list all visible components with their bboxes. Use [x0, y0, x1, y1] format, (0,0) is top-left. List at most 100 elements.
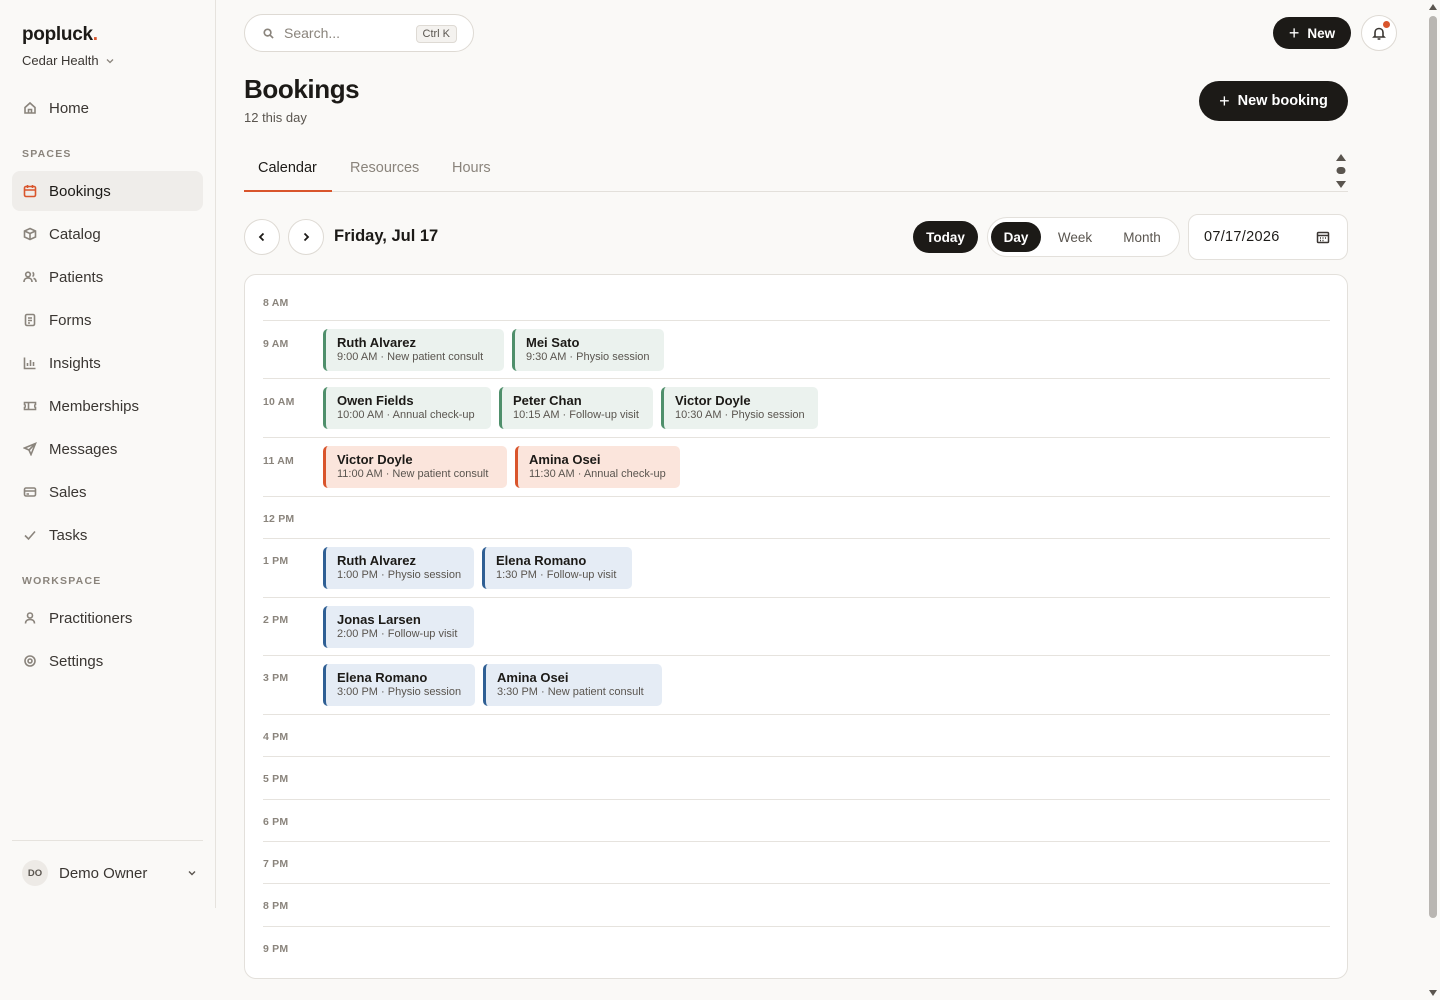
date-picker-input[interactable]: 07/17/2026	[1188, 214, 1348, 260]
hour-label: 9 PM	[263, 943, 289, 955]
view-month-button[interactable]: Month	[1110, 222, 1174, 252]
nav-item-forms[interactable]: Forms	[12, 300, 203, 340]
view-day-button[interactable]: Day	[991, 222, 1041, 252]
booking-patient-name: Peter Chan	[513, 393, 582, 408]
tab-calendar[interactable]: Calendar	[258, 160, 317, 176]
booking-detail: 9:30 AM · Physio session	[526, 351, 650, 363]
date-input-value: 07/17/2026	[1204, 229, 1280, 245]
scroll-up-icon[interactable]	[1429, 4, 1437, 10]
booking-event[interactable]: Elena Romano 1:30 PM · Follow-up visit	[482, 547, 632, 589]
new-button[interactable]: + New	[1273, 17, 1351, 49]
nav-item-label: Patients	[49, 268, 104, 286]
booking-patient-name: Elena Romano	[337, 670, 428, 685]
booking-patient-name: Victor Doyle	[675, 393, 751, 408]
brand-logo[interactable]: popluck.	[22, 24, 98, 46]
booking-event[interactable]: Ruth Alvarez 1:00 PM · Physio session	[323, 547, 474, 589]
current-date-title: Friday, Jul 17	[334, 227, 439, 245]
hour-label: 6 PM	[263, 816, 289, 828]
new-booking-label: New booking	[1237, 93, 1328, 109]
hour-divider	[263, 655, 1330, 656]
booking-patient-name: Amina Osei	[497, 670, 569, 685]
nav-item-home[interactable]: Home	[12, 88, 203, 128]
booking-detail: 10:30 AM · Physio session	[675, 409, 805, 421]
nav-item-sales[interactable]: Sales	[12, 472, 203, 512]
view-switcher: Day Week Month	[987, 217, 1180, 257]
bar-chart-icon	[23, 357, 36, 370]
search-input[interactable]: Search... Ctrl K	[244, 14, 474, 52]
users-icon	[23, 271, 37, 283]
credit-card-icon	[23, 487, 37, 497]
booking-event[interactable]: Amina Osei 3:30 PM · New patient consult	[483, 664, 662, 706]
nav-item-catalog[interactable]: Catalog	[12, 214, 203, 254]
hour-label: 8 PM	[263, 900, 289, 912]
nav-item-patients[interactable]: Patients	[12, 257, 203, 297]
tab-overflow-icon[interactable]	[1335, 154, 1347, 188]
nav-item-label: Insights	[49, 354, 101, 372]
booking-detail: 1:00 PM · Physio session	[337, 569, 462, 581]
search-placeholder: Search...	[284, 25, 341, 41]
nav-item-settings[interactable]: Settings	[12, 641, 203, 681]
calendar-icon[interactable]	[1316, 230, 1330, 244]
nav-item-messages[interactable]: Messages	[12, 429, 203, 469]
nav-item-insights[interactable]: Insights	[12, 343, 203, 383]
form-icon	[24, 313, 36, 327]
page-scrollbar[interactable]	[1426, 0, 1440, 1000]
nav-item-label: Forms	[49, 311, 92, 329]
check-icon	[24, 530, 36, 541]
booking-event[interactable]: Peter Chan 10:15 AM · Follow-up visit	[499, 387, 653, 429]
nav-item-memberships[interactable]: Memberships	[12, 386, 203, 426]
scroll-thumb[interactable]	[1429, 16, 1437, 918]
nav-item-label: Sales	[49, 483, 87, 501]
hour-label: 7 PM	[263, 858, 289, 870]
hour-label: 4 PM	[263, 731, 289, 743]
booking-event[interactable]: Owen Fields 10:00 AM · Annual check-up	[323, 387, 491, 429]
send-icon	[23, 442, 37, 456]
prev-day-button[interactable]	[244, 219, 280, 255]
org-switcher[interactable]: Cedar Health	[22, 53, 115, 68]
nav-item-bookings[interactable]: Bookings	[12, 171, 203, 211]
booking-event[interactable]: Amina Osei 11:30 AM · Annual check-up	[515, 446, 680, 488]
hour-label: 11 AM	[263, 455, 294, 467]
booking-patient-name: Ruth Alvarez	[337, 335, 416, 350]
notifications-button[interactable]	[1361, 15, 1397, 51]
plus-icon: +	[1288, 23, 1300, 43]
search-shortcut: Ctrl K	[415, 25, 457, 43]
tab-resources[interactable]: Resources	[350, 160, 419, 176]
bell-icon	[1372, 27, 1386, 40]
booking-patient-name: Amina Osei	[529, 452, 601, 467]
new-booking-button[interactable]: + New booking	[1199, 81, 1348, 121]
hour-divider	[263, 538, 1330, 539]
calendar-icon	[23, 185, 37, 198]
hour-divider	[263, 597, 1330, 598]
hour-label: 5 PM	[263, 773, 289, 785]
hour-label: 3 PM	[263, 672, 289, 684]
tab-hours[interactable]: Hours	[452, 160, 491, 176]
user-icon	[24, 612, 36, 624]
booking-event[interactable]: Victor Doyle 10:30 AM · Physio session	[661, 387, 818, 429]
page-title: Bookings	[244, 74, 360, 104]
booking-event[interactable]: Mei Sato 9:30 AM · Physio session	[512, 329, 664, 371]
today-button[interactable]: Today	[913, 221, 978, 253]
booking-event[interactable]: Ruth Alvarez 9:00 AM · New patient consul…	[323, 329, 504, 371]
user-menu[interactable]: DO Demo Owner	[22, 859, 198, 887]
booking-detail: 2:00 PM · Follow-up visit	[337, 628, 458, 640]
booking-patient-name: Mei Sato	[526, 335, 580, 350]
view-week-button[interactable]: Week	[1048, 222, 1102, 252]
booking-event[interactable]: Jonas Larsen 2:00 PM · Follow-up visit	[323, 606, 474, 648]
next-day-button[interactable]	[288, 219, 324, 255]
org-name: Cedar Health	[22, 53, 99, 68]
new-button-label: New	[1307, 25, 1336, 41]
nav-item-practitioners[interactable]: Practitioners	[12, 598, 203, 638]
chevron-down-icon	[188, 871, 196, 876]
booking-detail: 3:30 PM · New patient consult	[497, 686, 644, 698]
booking-detail: 1:30 PM · Follow-up visit	[496, 569, 617, 581]
booking-patient-name: Elena Romano	[496, 553, 587, 568]
booking-event[interactable]: Elena Romano 3:00 PM · Physio session	[323, 664, 475, 706]
nav-item-tasks[interactable]: Tasks	[12, 515, 203, 555]
hour-label: 10 AM	[263, 396, 295, 408]
scroll-down-icon[interactable]	[1429, 990, 1437, 996]
ticket-icon	[23, 401, 37, 411]
hour-divider	[263, 437, 1330, 438]
booking-event[interactable]: Victor Doyle 11:00 AM · New patient consu…	[323, 446, 507, 488]
hour-label: 1 PM	[263, 555, 289, 567]
